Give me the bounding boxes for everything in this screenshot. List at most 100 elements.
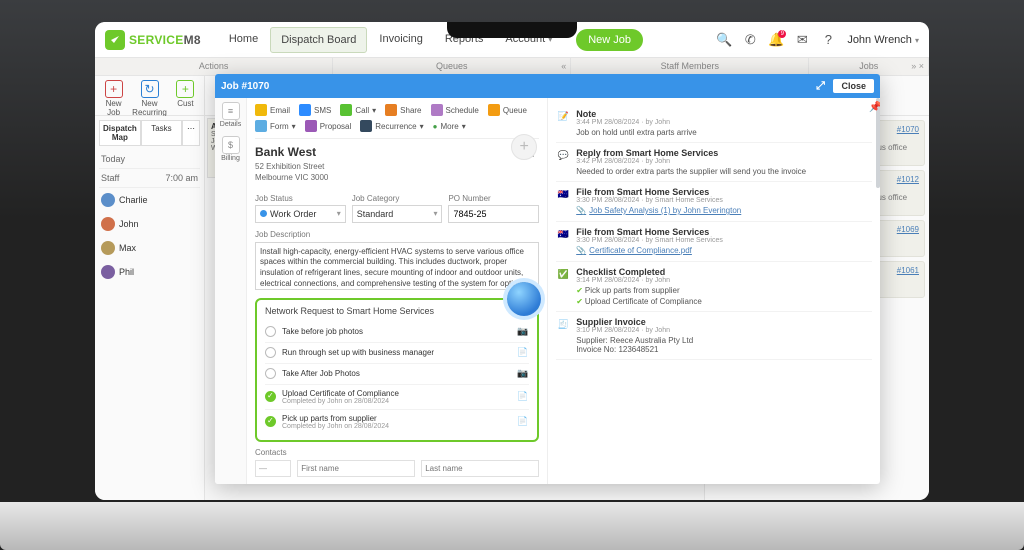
nav-home[interactable]: Home [219,27,268,53]
staff-row[interactable]: Max [99,236,200,260]
job-category-select[interactable]: Standard▾ [352,205,443,223]
document-icon: 📄 [517,416,529,428]
activity-feed: 📝Note3:44 PM 28/08/2024 · by JohnJob on … [548,98,880,484]
checkbox-icon [265,347,276,358]
checkbox-icon [265,416,276,427]
action-schedule[interactable]: Schedule [431,104,479,116]
dollar-icon: $ [222,136,240,154]
ribbon-queues: Queues« [333,58,571,75]
customer-address: 52 Exhibition StreetMelbourne VIC 3000 [255,162,328,184]
new-job-quick-button[interactable]: +New Job [101,80,126,111]
contact-firstname-input[interactable] [297,460,415,477]
phone-icon[interactable]: ✆ [739,29,761,51]
action-form[interactable]: Form▾ [255,120,296,132]
pin-icon[interactable]: 📌 [869,102,878,111]
search-icon[interactable]: 🔍 [713,29,735,51]
document-icon: 📄 [517,391,529,403]
date-label: Today [99,150,200,169]
form-icon [255,120,267,132]
action-more[interactable]: ●More▾ [433,120,466,132]
proposal-icon [305,120,317,132]
feed-item: 💬Reply from Smart Home Services3:42 PM 2… [556,143,872,182]
feed-item: 🇦🇺File from Smart Home Services3:30 PM 2… [556,222,872,262]
bell-icon[interactable]: 🔔9 [765,29,787,51]
file-icon: 🇦🇺 [556,187,570,201]
staff-row[interactable]: John [99,212,200,236]
action-sms[interactable]: SMS [299,104,331,116]
sms-icon [299,104,311,116]
chevron-down-icon: ▾ [915,36,919,45]
feed-item: 🇦🇺File from Smart Home Services3:30 PM 2… [556,182,872,222]
checklist-item[interactable]: Pick up parts from supplierCompleted by … [265,410,529,434]
expand-icon[interactable]: ⤢ [813,79,827,93]
tab-tasks[interactable]: Tasks [141,120,182,146]
tab-more-icon[interactable]: ⋯ [182,120,200,146]
nav-dispatch-board[interactable]: Dispatch Board [270,27,367,53]
inbox-icon[interactable]: ✉ [791,29,813,51]
action-queue[interactable]: Queue [488,104,527,116]
checklist-item[interactable]: Take After Job Photos📷 [265,364,529,385]
job-description-textarea[interactable]: Install high-capacity, energy-efficient … [255,242,539,290]
action-proposal[interactable]: Proposal [305,120,352,132]
modal-side-rail: ≡Details $Billing [215,98,247,484]
recur-icon [360,120,372,132]
feed-item: ✅Checklist Completed3:14 PM 28/08/2024 ·… [556,262,872,312]
po-number-input[interactable] [448,205,539,223]
file-icon: 🇦🇺 [556,227,570,241]
field-label: Job Category [352,194,443,203]
contact-salutation-input[interactable]: — [255,460,291,477]
action-email[interactable]: Email [255,104,290,116]
queue-icon [488,104,500,116]
job-actions: Email SMS Call▾ Share Schedule Queue For… [255,104,539,139]
tab-dispatch-map[interactable]: Dispatch Map [99,120,141,146]
attachment-link[interactable]: 📎Certificate of Compliance.pdf [576,246,692,255]
new-recurring-button[interactable]: ↻New Recurring Job [132,80,167,111]
job-status-select[interactable]: Work Order▾ [255,205,346,223]
current-user[interactable]: John Wrench ▾ [847,34,919,46]
rail-billing[interactable]: $Billing [219,136,243,162]
camera-icon: 📷 [517,368,529,380]
network-request-title: Network Request to Smart Home Services [265,306,529,316]
share-icon [385,104,397,116]
attachment-link[interactable]: 📎Job Safety Analysis (1) by John Evering… [576,206,741,215]
action-share[interactable]: Share [385,104,421,116]
inv-icon: 🧾 [556,317,570,331]
checkbox-icon [265,326,276,337]
collapse-icon[interactable]: « [561,61,566,71]
action-call[interactable]: Call▾ [340,104,376,116]
checkbox-icon [265,368,276,379]
checklist-item[interactable]: Take before job photos📷 [265,322,529,343]
help-icon[interactable]: ? [817,29,839,51]
left-panel: Dispatch Map Tasks ⋯ Today Staff7:00 am … [95,116,205,500]
network-request-card: Network Request to Smart Home Services T… [255,298,539,442]
feed-item: 🧾Supplier Invoice3:10 PM 28/08/2024 · by… [556,312,872,360]
list-icon: ≡ [222,102,240,120]
field-label: Job Status [255,194,346,203]
logo-icon [105,30,125,50]
ribbon-staff: Staff Members [571,58,809,75]
nav-invoicing[interactable]: Invoicing [369,27,432,53]
field-label: PO Number [448,194,539,203]
contact-lastname-input[interactable] [421,460,539,477]
close-button[interactable]: Close [833,79,874,93]
call-icon [340,104,352,116]
field-label: Job Description [255,230,310,239]
staff-row[interactable]: Phil [99,260,200,284]
checklist-item[interactable]: Run through set up with business manager… [265,343,529,364]
checklist-item[interactable]: Upload Certificate of ComplianceComplete… [265,385,529,410]
mail-icon [255,104,267,116]
avatar [101,265,115,279]
check-icon: ✅ [556,267,570,281]
staff-row[interactable]: Charlie [99,188,200,212]
new-job-button[interactable]: New Job [576,29,643,51]
avatar [101,217,115,231]
job-modal: Job #1070 ⤢ Close ≡Details $Billing Emai… [215,74,880,484]
action-recurrence[interactable]: Recurrence▾ [360,120,423,132]
brand-name: SERVICEM8 [129,33,201,47]
modal-title: Job #1070 [221,81,269,92]
calendar-icon [431,104,443,116]
collapse-icon[interactable]: » × [911,61,924,71]
new-customer-button[interactable]: +Cust [173,80,198,111]
checkbox-icon [265,391,276,402]
rail-details[interactable]: ≡Details [219,102,243,128]
